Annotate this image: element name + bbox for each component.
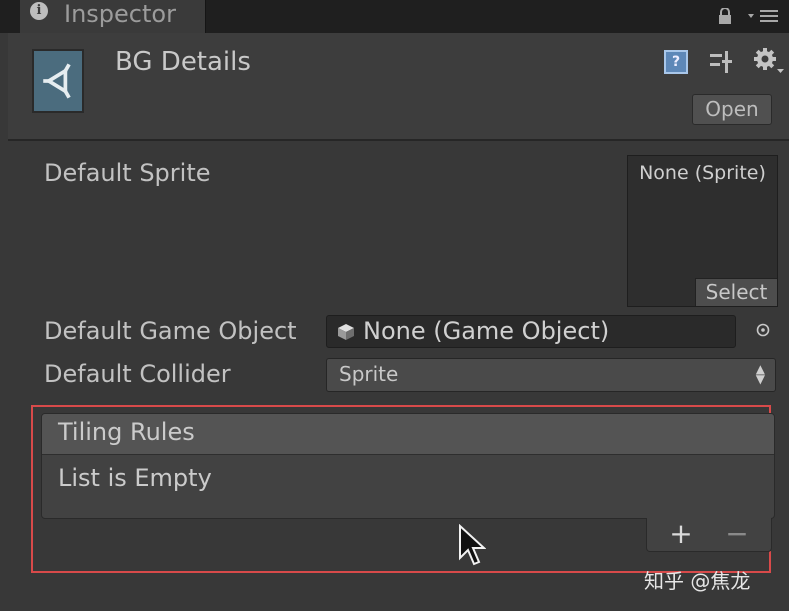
dropdown-arrows-icon: ▲ ▼ — [755, 362, 765, 386]
tab-title: Inspector — [64, 0, 176, 28]
help-icon[interactable]: ? — [664, 50, 688, 74]
watermark: 知乎 @焦龙 — [644, 569, 751, 593]
remove-rule-button[interactable]: − — [717, 518, 757, 550]
preset-icon[interactable] — [708, 49, 734, 75]
lock-icon[interactable] — [718, 8, 732, 24]
cube-icon — [338, 324, 354, 340]
object-picker-icon[interactable] — [756, 323, 770, 337]
gear-icon[interactable] — [753, 47, 785, 77]
default-sprite-value: None (Sprite) — [639, 162, 766, 184]
asset-title: BG Details — [115, 47, 251, 77]
default-collider-dropdown[interactable]: Sprite ▲ ▼ — [326, 358, 776, 392]
add-rule-button[interactable]: + — [661, 518, 701, 550]
tab-strip: i Inspector — [0, 0, 789, 33]
default-sprite-field[interactable]: None (Sprite) Select — [627, 155, 778, 307]
inspector-header: BG Details ? Open — [8, 33, 789, 141]
info-icon: i — [30, 2, 48, 20]
mouse-cursor-icon — [459, 524, 486, 566]
default-sprite-label: Default Sprite — [44, 159, 211, 187]
list-empty-text: List is Empty — [58, 464, 212, 492]
tiling-rules-list: Tiling Rules List is Empty — [41, 413, 775, 519]
default-game-object-field[interactable]: None (Game Object) — [326, 315, 736, 348]
tiling-rules-header-label: Tiling Rules — [58, 418, 195, 446]
default-game-object-label: Default Game Object — [44, 317, 297, 345]
default-collider-label: Default Collider — [44, 360, 231, 388]
default-game-object-value: None (Game Object) — [363, 317, 610, 345]
tab-inspector[interactable]: i Inspector — [20, 0, 206, 33]
tiling-rules-header: Tiling Rules — [42, 414, 774, 455]
menu-icon[interactable] — [746, 8, 780, 24]
default-collider-value: Sprite — [339, 362, 399, 386]
open-button[interactable]: Open — [692, 94, 772, 125]
sprite-select-button[interactable]: Select — [695, 278, 777, 306]
list-footer: + − — [646, 518, 772, 552]
unity-logo-icon — [32, 49, 84, 113]
